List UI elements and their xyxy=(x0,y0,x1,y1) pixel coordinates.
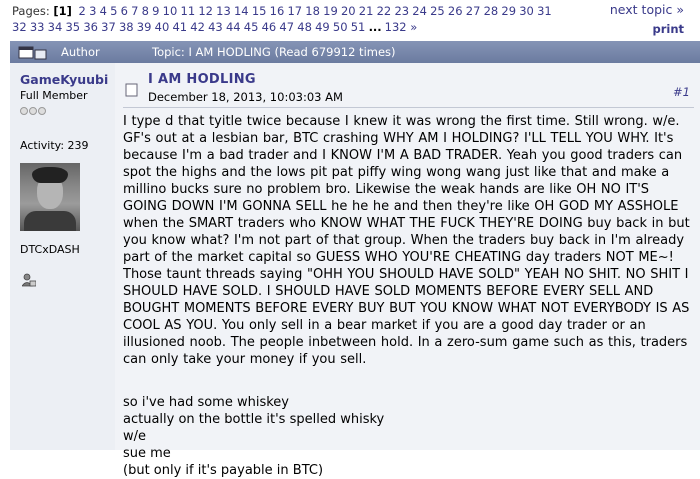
post-line: so i've had some whiskey xyxy=(123,395,289,410)
page-link[interactable]: 40 xyxy=(155,20,170,34)
page-link[interactable]: 8 xyxy=(142,4,149,18)
rank-stars xyxy=(20,104,47,118)
post-date: December 18, 2013, 10:03:03 AM xyxy=(148,90,343,104)
page-link[interactable]: 22 xyxy=(377,4,392,18)
post-line: (but only if it's payable in BTC) xyxy=(123,463,324,478)
pagination: Pages: [1] 2 3 4 5 6 7 8 9 10 11 12 13 14 15 16 17 18 19 2… xyxy=(12,3,602,35)
page-link[interactable]: 38 xyxy=(119,20,134,34)
page-link[interactable]: 37 xyxy=(101,20,116,34)
next-topic-link[interactable]: next topic » xyxy=(610,0,684,19)
post-line: actually on the bottle it's spelled whis… xyxy=(123,412,385,427)
post-line: sue me xyxy=(123,446,171,461)
page-link[interactable]: 41 xyxy=(172,20,187,34)
page-link[interactable]: 17 xyxy=(287,4,302,18)
last-page-link[interactable]: 132 » xyxy=(385,20,418,34)
current-page: [1] xyxy=(53,4,72,18)
rank-star-icon xyxy=(29,107,37,115)
page-link[interactable]: 31 xyxy=(537,4,552,18)
page-link[interactable]: 5 xyxy=(110,4,117,18)
poster-info: GameKyuubi Full Member Activity: 239 DTC… xyxy=(10,63,115,450)
page-link[interactable]: 19 xyxy=(323,4,338,18)
page-link[interactable]: 51 xyxy=(351,20,366,34)
page-link[interactable]: 23 xyxy=(394,4,409,18)
page-link[interactable]: 11 xyxy=(181,4,196,18)
page-link[interactable]: 48 xyxy=(297,20,312,34)
author-column-label: Author xyxy=(61,45,100,59)
page-link[interactable]: 13 xyxy=(216,4,231,18)
poster-username[interactable]: GameKyuubi xyxy=(20,72,108,87)
page-link[interactable]: 21 xyxy=(359,4,374,18)
topic-navigation: next topic » print xyxy=(610,0,684,39)
page-link[interactable]: 6 xyxy=(121,4,128,18)
rank-star-icon xyxy=(38,107,46,115)
poster-rank: Full Member xyxy=(20,89,88,102)
avatar-body xyxy=(24,211,76,231)
message-icon xyxy=(125,82,139,101)
page-link[interactable]: 26 xyxy=(448,4,463,18)
page-link[interactable]: 9 xyxy=(152,4,159,18)
page-link[interactable]: 50 xyxy=(333,20,348,34)
pages-label: Pages: xyxy=(12,4,50,18)
page-link[interactable]: 43 xyxy=(208,20,223,34)
profile-icon[interactable] xyxy=(21,273,37,290)
print-link[interactable]: print xyxy=(610,20,684,39)
page-link[interactable]: 35 xyxy=(65,20,80,34)
post-closing-lines: so i've had some whiskey actually on the… xyxy=(123,394,384,479)
page-link[interactable]: 2 xyxy=(79,4,86,18)
page-link[interactable]: 29 xyxy=(501,4,516,18)
page-link[interactable]: 18 xyxy=(305,4,320,18)
page-link[interactable]: 32 xyxy=(12,20,27,34)
poster-activity: Activity: 239 xyxy=(20,139,89,152)
post-divider xyxy=(123,107,694,108)
post-content: I AM HODLING December 18, 2013, 10:03:03… xyxy=(115,63,700,478)
page-links-row1: 2 3 4 5 6 7 8 9 10 11 12 13 14 15 16 17 18 19 20 21 22 23 24 25… xyxy=(79,4,555,18)
page-link[interactable]: 39 xyxy=(137,20,152,34)
page-link[interactable]: 28 xyxy=(484,4,499,18)
page-link[interactable]: 4 xyxy=(100,4,107,18)
page-link[interactable]: 15 xyxy=(252,4,267,18)
page-link[interactable]: 7 xyxy=(131,4,138,18)
post-subject[interactable]: I AM HODLING xyxy=(148,72,256,87)
avatar xyxy=(20,163,80,231)
page-link[interactable]: 20 xyxy=(341,4,356,18)
poster-personal-text: DTCxDASH xyxy=(20,243,80,256)
post-number[interactable]: #1 xyxy=(673,85,690,99)
page-link[interactable]: 36 xyxy=(83,20,98,34)
page-link[interactable]: 27 xyxy=(466,4,481,18)
page-link[interactable]: 10 xyxy=(163,4,178,18)
page-link[interactable]: 33 xyxy=(30,20,45,34)
page-link[interactable]: 25 xyxy=(430,4,445,18)
page-link[interactable]: 47 xyxy=(279,20,294,34)
post-line: w/e xyxy=(123,429,147,444)
avatar-hair xyxy=(32,167,68,183)
topic-title: Topic: I AM HODLING (Read 679912 times) xyxy=(152,45,396,59)
post: GameKyuubi Full Member Activity: 239 DTC… xyxy=(10,63,700,478)
page-link[interactable]: 12 xyxy=(198,4,213,18)
page-link[interactable]: 24 xyxy=(412,4,427,18)
page-link[interactable]: 30 xyxy=(519,4,534,18)
page-link[interactable]: 46 xyxy=(262,20,277,34)
post-body: I type d that tyitle twice because I kne… xyxy=(123,114,690,367)
page-link[interactable]: 49 xyxy=(315,20,330,34)
page-link[interactable]: 34 xyxy=(48,20,63,34)
pagination-ellipsis: ... xyxy=(368,20,382,34)
page-links-row2: 32 33 34 35 36 37 38 39 40 41 42 43 44 45 46 47 48 49 50 51 xyxy=(12,20,369,34)
page-link[interactable]: 42 xyxy=(190,20,205,34)
rank-star-icon xyxy=(20,107,28,115)
page-link[interactable]: 44 xyxy=(226,20,241,34)
topic-header: Author Topic: I AM HODLING (Read 679912 … xyxy=(10,41,700,63)
page-link[interactable]: 3 xyxy=(89,4,96,18)
page-link[interactable]: 14 xyxy=(234,4,249,18)
page-link[interactable]: 16 xyxy=(270,4,285,18)
page-link[interactable]: 45 xyxy=(244,20,259,34)
